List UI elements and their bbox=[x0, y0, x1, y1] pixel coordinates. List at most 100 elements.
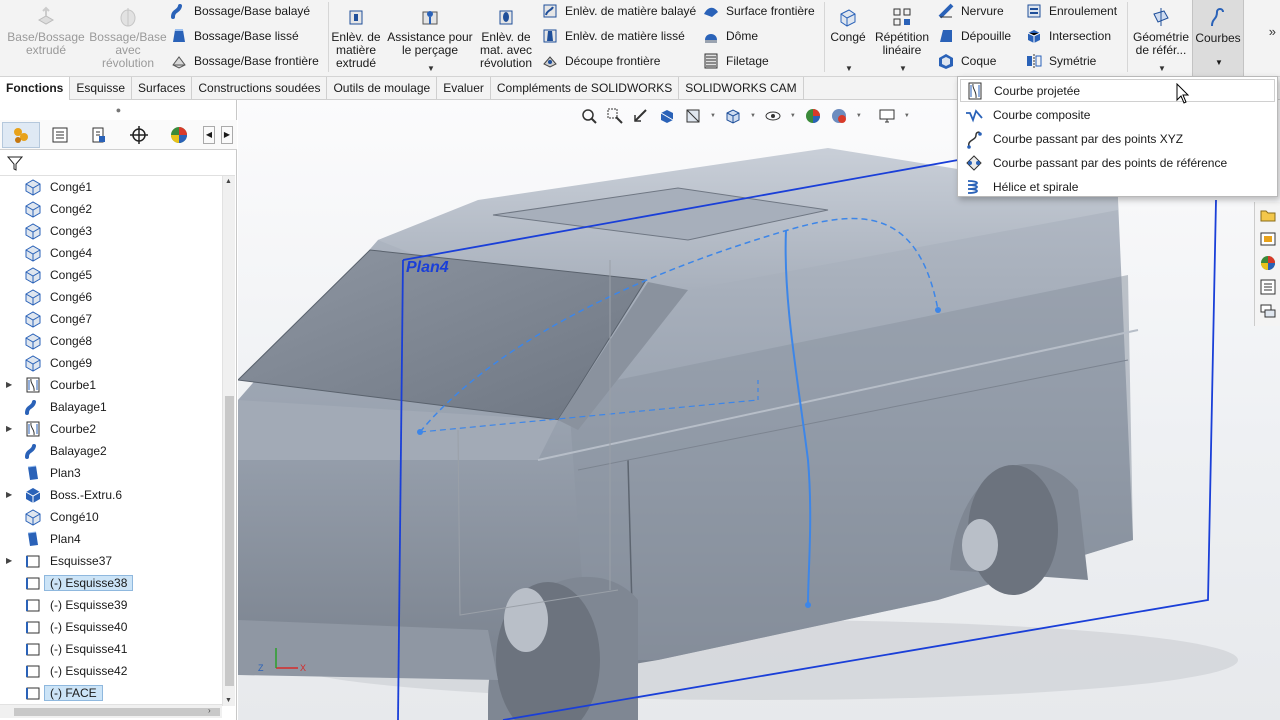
draft-button[interactable]: Dépouille bbox=[937, 25, 1011, 47]
tab-constructions-soudees[interactable]: Constructions soudées bbox=[192, 77, 328, 100]
tree-item[interactable]: Congé4 bbox=[0, 242, 222, 264]
chevron-down-icon[interactable]: ▼ bbox=[750, 113, 756, 119]
revolved-cut-button[interactable]: Enlèv. de mat. avec révolution bbox=[478, 4, 534, 70]
tree-item[interactable]: Congé2 bbox=[0, 198, 222, 220]
boundary-cut-button[interactable]: Découpe frontière bbox=[541, 50, 660, 72]
zoom-area-button[interactable] bbox=[604, 106, 626, 126]
lofted-boss-button[interactable]: Bossage/Base lissé bbox=[170, 25, 299, 47]
boundary-boss-button[interactable]: Bossage/Base frontière bbox=[170, 50, 319, 72]
linear-pattern-button[interactable]: Répétition linéaire ▼ bbox=[872, 4, 932, 73]
zoom-to-fit-button[interactable] bbox=[578, 106, 600, 126]
apply-scene-button[interactable] bbox=[828, 106, 850, 126]
filter-icon[interactable] bbox=[6, 154, 24, 172]
tab-outils-moulage[interactable]: Outils de moulage bbox=[327, 77, 438, 100]
chevron-left-icon[interactable]: ◀ bbox=[203, 126, 215, 144]
previous-view-button[interactable] bbox=[630, 106, 652, 126]
tree-item[interactable]: (-) Esquisse42 bbox=[0, 660, 222, 682]
feature-manager-tab[interactable] bbox=[2, 122, 40, 148]
tree-item[interactable]: (-) Esquisse40 bbox=[0, 616, 222, 638]
library-icon[interactable] bbox=[1259, 230, 1277, 248]
tree-expander-icon[interactable]: ▶ bbox=[6, 424, 12, 433]
configuration-manager-tab[interactable] bbox=[80, 122, 118, 148]
chevron-down-icon[interactable]: ▼ bbox=[427, 62, 435, 75]
scroll-down-icon[interactable]: ▼ bbox=[225, 697, 232, 704]
menu-item-composite-curve[interactable]: Courbe composite bbox=[960, 103, 1275, 126]
menu-item-projected-curve[interactable]: Courbe projetée bbox=[960, 79, 1275, 102]
swept-cut-button[interactable]: Enlèv. de matière balayé bbox=[541, 0, 696, 22]
tab-complements[interactable]: Compléments de SOLIDWORKS bbox=[491, 77, 680, 100]
tree-item[interactable]: Congé1 bbox=[0, 176, 222, 198]
tree-item[interactable]: Congé8 bbox=[0, 330, 222, 352]
tree-item[interactable]: Congé9 bbox=[0, 352, 222, 374]
property-manager-tab[interactable] bbox=[41, 122, 79, 148]
tree-item[interactable]: (-) Esquisse41 bbox=[0, 638, 222, 660]
scroll-up-icon[interactable]: ▲ bbox=[225, 178, 232, 185]
view-orientation-button[interactable] bbox=[722, 106, 744, 126]
swept-boss-button[interactable]: Bossage/Base balayé bbox=[170, 0, 310, 22]
tree-item[interactable]: Plan4 bbox=[0, 528, 222, 550]
extruded-boss-button[interactable]: Base/Bossage extrudé bbox=[6, 4, 86, 57]
panel-grip-handle[interactable]: ● bbox=[0, 100, 237, 120]
appearance-ball-icon[interactable] bbox=[1259, 254, 1277, 272]
tree-item[interactable]: Congé7 bbox=[0, 308, 222, 330]
thread-button[interactable]: Filetage bbox=[702, 50, 769, 72]
tab-surfaces[interactable]: Surfaces bbox=[132, 77, 193, 100]
rib-button[interactable]: Nervure bbox=[937, 0, 1004, 22]
chevron-down-icon[interactable]: ▼ bbox=[904, 113, 910, 119]
chevron-down-icon[interactable]: ▼ bbox=[710, 113, 716, 119]
plane-label[interactable]: Plan4 bbox=[406, 259, 449, 276]
tree-vertical-scrollbar[interactable]: ▲ ▼ bbox=[222, 176, 235, 706]
tree-item[interactable]: ▶ Esquisse37 bbox=[0, 550, 222, 572]
tree-item[interactable]: ▶ Courbe2 bbox=[0, 418, 222, 440]
tree-horizontal-scrollbar[interactable]: › bbox=[0, 704, 222, 718]
tree-item[interactable]: Congé5 bbox=[0, 264, 222, 286]
scrollbar-thumb[interactable] bbox=[225, 396, 234, 686]
chevron-down-icon[interactable]: ▼ bbox=[1158, 62, 1166, 75]
intersect-button[interactable]: Intersection bbox=[1025, 25, 1111, 47]
extruded-cut-button[interactable]: Enlèv. de matière extrudé bbox=[330, 4, 382, 70]
chevron-down-icon[interactable]: ▼ bbox=[1215, 58, 1223, 67]
boundary-surface-button[interactable]: Surface frontière bbox=[702, 0, 815, 22]
tree-item[interactable]: (-) FACE bbox=[0, 682, 222, 704]
revolved-boss-button[interactable]: Bossage/Base avec révolution bbox=[88, 4, 168, 70]
ribbon-overflow-icon[interactable]: » bbox=[1269, 24, 1276, 39]
custom-properties-icon[interactable] bbox=[1259, 278, 1277, 296]
lofted-cut-button[interactable]: Enlèv. de matière lissé bbox=[541, 25, 685, 47]
dynamic-annotation-button[interactable] bbox=[682, 106, 704, 126]
tree-item[interactable]: (-) Esquisse39 bbox=[0, 594, 222, 616]
chevron-right-icon[interactable]: ▶ bbox=[221, 126, 233, 144]
menu-item-xyz-curve[interactable]: Courbe passant par des points XYZ bbox=[960, 127, 1275, 150]
hide-show-items-button[interactable] bbox=[762, 106, 784, 126]
chevron-down-icon[interactable]: ▼ bbox=[845, 62, 853, 75]
chevron-down-icon[interactable]: ▼ bbox=[899, 62, 907, 75]
tab-esquisse[interactable]: Esquisse bbox=[70, 77, 133, 100]
tree-expander-icon[interactable]: ▶ bbox=[6, 556, 12, 565]
mirror-button[interactable]: Symétrie bbox=[1025, 50, 1096, 72]
shell-button[interactable]: Coque bbox=[937, 50, 996, 72]
tree-item[interactable]: (-) Esquisse38 bbox=[0, 572, 222, 594]
hole-wizard-button[interactable]: Assistance pour le perçage ▼ bbox=[384, 4, 476, 73]
tree-expander-icon[interactable]: ▶ bbox=[6, 380, 12, 389]
scroll-right-icon[interactable]: › bbox=[208, 706, 211, 715]
tab-solidworks-cam[interactable]: SOLIDWORKS CAM bbox=[679, 77, 804, 100]
fillet-button[interactable]: Congé ▼ bbox=[826, 4, 870, 73]
curves-button[interactable]: Courbes ▼ bbox=[1192, 0, 1244, 76]
tree-expander-icon[interactable]: ▶ bbox=[6, 490, 12, 499]
wrap-button[interactable]: Enroulement bbox=[1025, 0, 1117, 22]
tree-item[interactable]: Plan3 bbox=[0, 462, 222, 484]
tree-item[interactable]: ▶ Courbe1 bbox=[0, 374, 222, 396]
tree-item[interactable]: Congé3 bbox=[0, 220, 222, 242]
section-view-button[interactable] bbox=[656, 106, 678, 126]
chevron-down-icon[interactable]: ▼ bbox=[790, 113, 796, 119]
dimxpert-tab[interactable] bbox=[120, 122, 158, 148]
tree-item[interactable]: Balayage1 bbox=[0, 396, 222, 418]
tab-evaluer[interactable]: Evaluer bbox=[437, 77, 491, 100]
edit-appearance-button[interactable] bbox=[802, 106, 824, 126]
tree-item[interactable]: Balayage2 bbox=[0, 440, 222, 462]
view-settings-button[interactable] bbox=[876, 106, 898, 126]
tree-item[interactable]: ▶ Boss.-Extru.6 bbox=[0, 484, 222, 506]
tree-item[interactable]: Congé6 bbox=[0, 286, 222, 308]
display-manager-tab[interactable] bbox=[160, 122, 198, 148]
scrollbar-thumb[interactable] bbox=[14, 708, 220, 716]
folder-icon[interactable] bbox=[1259, 206, 1277, 224]
